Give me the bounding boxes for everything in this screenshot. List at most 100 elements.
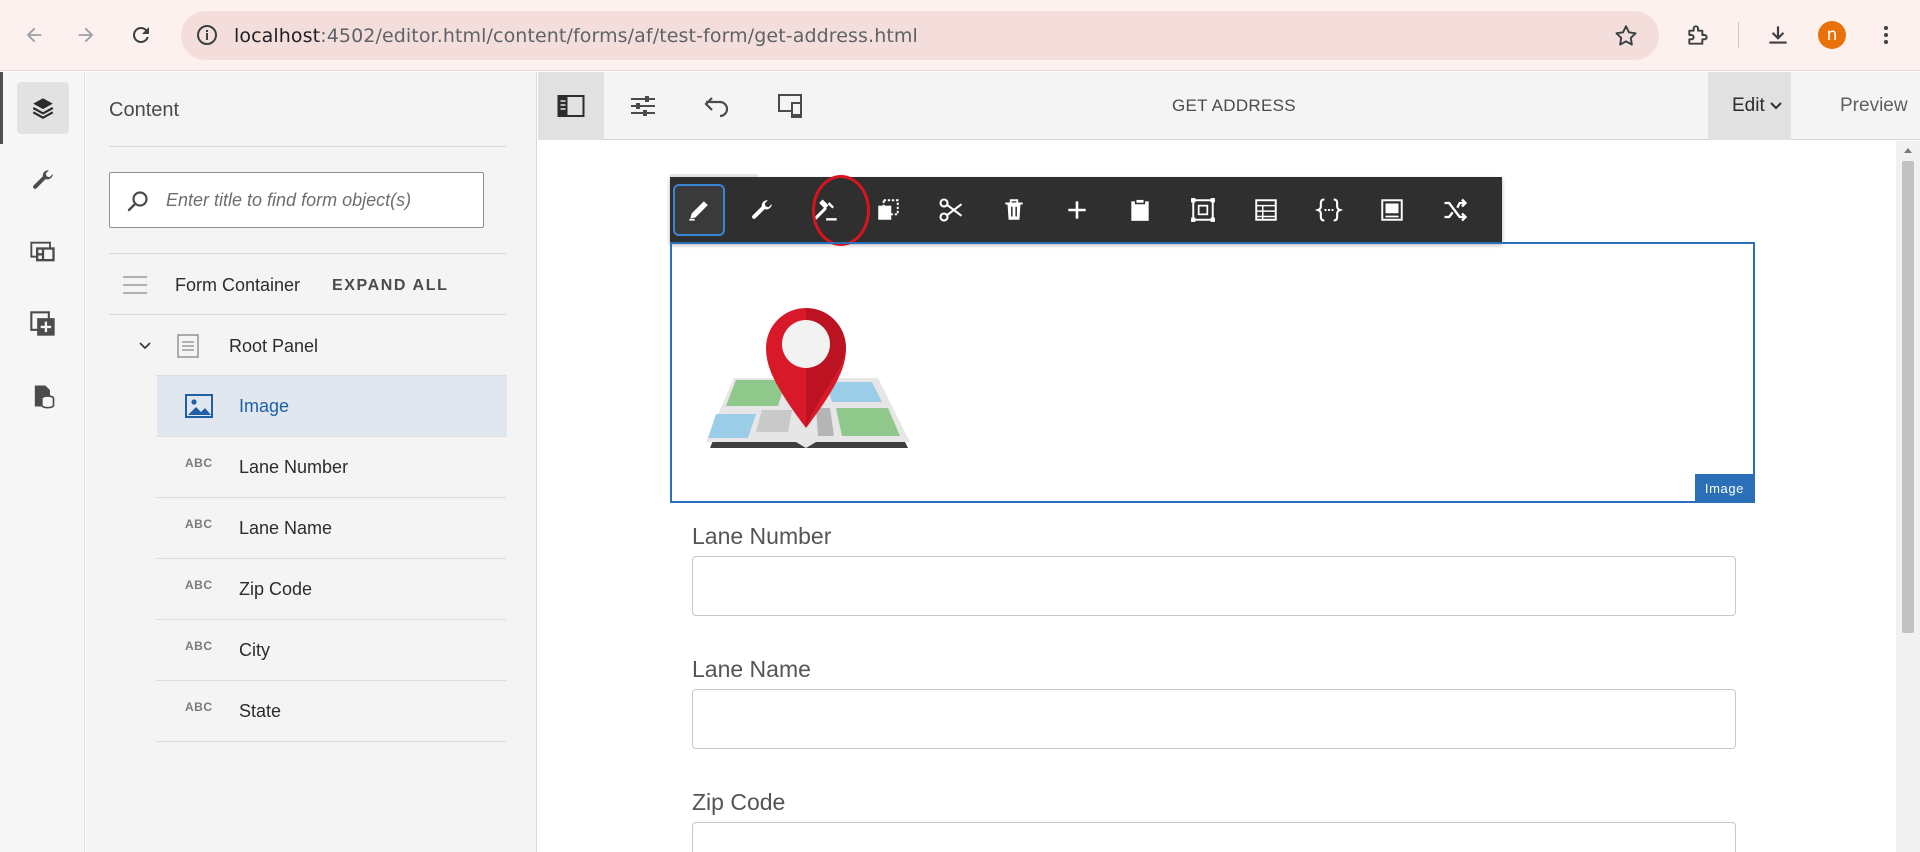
chevron-down-icon [1770,102,1782,110]
zip-code-input[interactable] [692,822,1736,852]
editor-toolbar: GET ADDRESS Edit Preview [538,72,1920,140]
canvas-scrollbar[interactable] [1896,141,1920,852]
toggle-side-panel-button[interactable] [538,72,604,140]
image-component[interactable]: Image [670,242,1755,503]
content-tree-panel: Content Form Container EXPAND ALL Root P… [86,72,537,852]
arrow-right-icon [78,27,94,43]
bookmark-star-icon[interactable] [1613,23,1639,49]
trash-icon [1005,199,1023,220]
undo-icon [704,97,729,118]
lane-name-label: Lane Name [692,656,811,682]
insert-component-button[interactable] [1051,184,1103,236]
tree-item-image[interactable]: Image [157,376,507,436]
tree-divider [156,741,506,742]
group-icon [1191,198,1215,222]
expand-all-button[interactable]: EXPAND ALL [332,277,448,295]
rail-properties-button[interactable] [17,154,69,206]
lane-number-label: Lane Number [692,523,832,549]
embed-icon [1381,199,1403,221]
search-icon [127,191,148,212]
clipboard-icon [1131,198,1149,221]
shuffle-icon [1444,198,1468,222]
tree-item-label: Form Container [175,274,301,295]
rail-data-sources-button[interactable] [17,370,69,422]
tree-item-root-panel[interactable]: Root Panel [86,316,506,376]
tree-item-label: State [239,700,282,721]
search-input[interactable] [166,173,476,227]
side-panel-icon [557,95,585,117]
tree-item-city[interactable]: ABC City [157,620,507,680]
profile-avatar[interactable]: n [1818,21,1846,49]
site-info-icon[interactable] [195,23,219,47]
extensions-button[interactable] [1680,17,1716,53]
undo-button[interactable] [684,72,750,140]
scroll-thumb[interactable] [1902,161,1914,633]
url-text: localhost:4502/editor.html/content/forms… [234,25,918,47]
panel-title: Content [109,99,180,121]
replace-component-button[interactable] [1240,184,1292,236]
side-rail [0,72,85,852]
tree-item-state[interactable]: ABC State [157,681,507,741]
component-type-badge: Image [1694,474,1754,502]
tree-item-label: Root Panel [229,335,319,356]
mode-label: Edit [1732,95,1765,116]
rail-content-tree-button[interactable] [17,82,69,134]
lane-number-input[interactable] [692,556,1736,616]
add-component-icon [30,311,55,336]
tree-item-label: Lane Number [239,456,349,477]
paste-button[interactable] [1114,184,1166,236]
tree-item-form-container[interactable]: Form Container [86,255,326,315]
back-button[interactable] [16,17,52,53]
wrench-icon [33,170,53,189]
forward-button[interactable] [68,17,104,53]
address-bar[interactable]: localhost:4502/editor.html/content/forms… [181,11,1659,60]
curly-braces-icon [1315,198,1343,222]
reload-button[interactable] [123,17,159,53]
scroll-up-arrow-icon[interactable] [1902,145,1914,155]
page-title: GET ADDRESS [1172,96,1296,115]
text-field-icon: ABC [185,578,213,592]
table-icon [1255,199,1277,221]
tree-item-label: City [239,639,270,660]
edit-component-button[interactable] [673,184,725,236]
sliders-icon [631,96,655,116]
text-field-icon: ABC [185,700,213,714]
emulator-button[interactable] [758,72,824,140]
highlight-circle [812,175,870,246]
group-button[interactable] [1177,184,1229,236]
tree-item-label: Lane Name [239,517,333,538]
kebab-menu-icon [1884,26,1888,44]
layers-icon [32,98,54,119]
scissors-icon [939,198,963,222]
tree-item-zip-code[interactable]: ABC Zip Code [157,559,507,619]
copy-icon [878,199,899,220]
browser-toolbar: localhost:4502/editor.html/content/forms… [0,0,1920,71]
preview-button[interactable]: Preview [1840,95,1908,117]
lane-name-input[interactable] [692,689,1736,749]
delete-button[interactable] [988,184,1040,236]
rail-assets-button[interactable] [17,226,69,278]
map-pin-illustration [706,308,910,448]
mode-selector[interactable]: Edit [1708,72,1791,140]
tree-item-label: Image [239,395,290,416]
save-as-fragment-button[interactable] [1366,184,1418,236]
tree-item-lane-name[interactable]: ABC Lane Name [157,498,507,558]
panel-divider [109,253,506,254]
download-icon [1769,26,1787,44]
panel-divider [109,146,506,147]
data-sources-icon [34,385,55,409]
tree-item-label: Zip Code [239,578,313,599]
rail-active-indicator [0,72,3,144]
browser-menu-button[interactable] [1868,17,1904,53]
convert-component-button[interactable] [1429,184,1481,236]
device-emulator-icon [778,94,802,118]
code-editor-button[interactable] [1303,184,1355,236]
tree-item-lane-number[interactable]: ABC Lane Number [157,437,507,497]
rail-components-button[interactable] [17,298,69,350]
cut-button[interactable] [925,184,977,236]
page-properties-button[interactable] [610,72,676,140]
configure-button[interactable] [736,184,788,236]
form-object-search[interactable] [109,172,484,228]
downloads-button[interactable] [1760,17,1796,53]
pencil-icon [689,201,708,221]
